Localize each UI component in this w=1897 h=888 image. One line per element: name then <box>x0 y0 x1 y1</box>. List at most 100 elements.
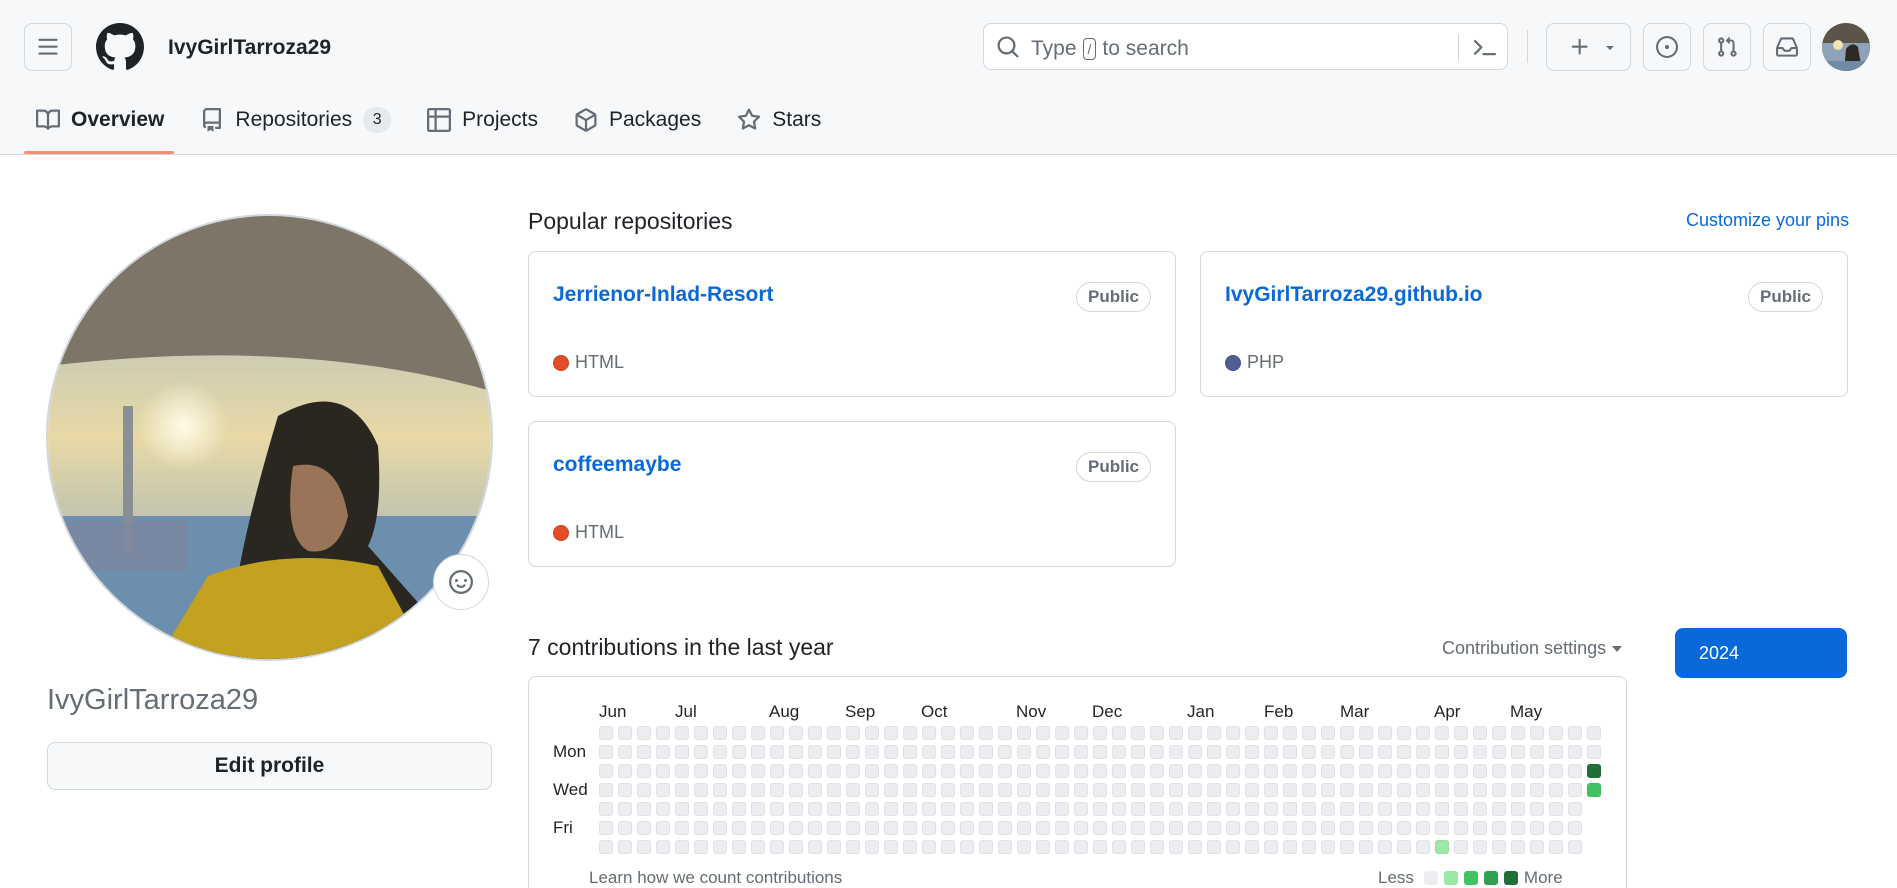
contribution-day-cell[interactable] <box>675 764 689 778</box>
contribution-day-cell[interactable] <box>827 821 841 835</box>
contribution-day-cell[interactable] <box>1378 783 1392 797</box>
contribution-day-cell[interactable] <box>1055 802 1069 816</box>
contribution-day-cell[interactable] <box>808 764 822 778</box>
contribution-day-cell[interactable] <box>808 745 822 759</box>
contribution-day-cell[interactable] <box>1055 783 1069 797</box>
contribution-day-cell[interactable] <box>675 726 689 740</box>
contribution-day-cell[interactable] <box>865 764 879 778</box>
contribution-day-cell[interactable] <box>998 745 1012 759</box>
contribution-day-cell[interactable] <box>1264 726 1278 740</box>
contribution-day-cell[interactable] <box>1245 783 1259 797</box>
contribution-day-cell[interactable] <box>1530 821 1544 835</box>
contribution-day-cell[interactable] <box>1150 783 1164 797</box>
contribution-day-cell[interactable] <box>1359 783 1373 797</box>
contribution-day-cell[interactable] <box>1359 802 1373 816</box>
contribution-day-cell[interactable] <box>1207 783 1221 797</box>
contribution-day-cell[interactable] <box>941 783 955 797</box>
contribution-day-cell[interactable] <box>1283 840 1297 854</box>
contribution-day-cell[interactable] <box>618 802 632 816</box>
contribution-day-cell[interactable] <box>789 726 803 740</box>
contribution-day-cell[interactable] <box>1074 783 1088 797</box>
contribution-day-cell[interactable] <box>1435 783 1449 797</box>
contribution-day-cell[interactable] <box>789 821 803 835</box>
contribution-day-cell[interactable] <box>979 840 993 854</box>
contribution-day-cell[interactable] <box>1416 802 1430 816</box>
contribution-day-cell[interactable] <box>1036 802 1050 816</box>
contribution-day-cell[interactable] <box>1321 802 1335 816</box>
contribution-day-cell[interactable] <box>732 840 746 854</box>
contribution-day-cell[interactable] <box>1511 840 1525 854</box>
contribution-day-cell[interactable] <box>770 764 784 778</box>
contribution-day-cell[interactable] <box>979 726 993 740</box>
contribution-day-cell[interactable] <box>1454 783 1468 797</box>
contribution-day-cell[interactable] <box>770 783 784 797</box>
contribution-day-cell[interactable] <box>1036 764 1050 778</box>
learn-contributions-link[interactable]: Learn how we count contributions <box>589 868 842 888</box>
contribution-day-cell[interactable] <box>1321 783 1335 797</box>
contribution-day-cell[interactable] <box>1359 821 1373 835</box>
contribution-day-cell[interactable] <box>599 802 613 816</box>
contribution-day-cell[interactable] <box>1416 840 1430 854</box>
contribution-day-cell[interactable] <box>713 802 727 816</box>
contribution-day-cell[interactable] <box>941 802 955 816</box>
contribution-day-cell[interactable] <box>713 783 727 797</box>
contribution-day-cell[interactable] <box>675 840 689 854</box>
contribution-day-cell[interactable] <box>1530 802 1544 816</box>
contribution-day-cell[interactable] <box>1416 745 1430 759</box>
contribution-day-cell[interactable] <box>637 726 651 740</box>
contribution-day-cell[interactable] <box>618 840 632 854</box>
contribution-day-cell[interactable] <box>1169 821 1183 835</box>
contribution-day-cell[interactable] <box>1473 726 1487 740</box>
contribution-day-cell[interactable] <box>846 821 860 835</box>
contribution-day-cell[interactable] <box>827 840 841 854</box>
contribution-day-cell[interactable] <box>1055 726 1069 740</box>
contribution-day-cell[interactable] <box>770 840 784 854</box>
contribution-day-cell[interactable] <box>1530 726 1544 740</box>
contribution-day-cell[interactable] <box>1283 764 1297 778</box>
contribution-day-cell[interactable] <box>1492 783 1506 797</box>
contribution-day-cell[interactable] <box>808 821 822 835</box>
contribution-day-cell[interactable] <box>1188 840 1202 854</box>
contribution-day-cell[interactable] <box>846 764 860 778</box>
contribution-day-cell[interactable] <box>941 821 955 835</box>
contribution-day-cell[interactable] <box>1549 783 1563 797</box>
contribution-day-cell[interactable] <box>865 783 879 797</box>
edit-profile-button[interactable]: Edit profile <box>47 742 492 790</box>
contribution-day-cell[interactable] <box>1036 821 1050 835</box>
contribution-day-cell[interactable] <box>751 745 765 759</box>
contribution-day-cell[interactable] <box>751 840 765 854</box>
contribution-day-cell[interactable] <box>1568 783 1582 797</box>
contribution-day-cell[interactable] <box>1530 840 1544 854</box>
contribution-day-cell[interactable] <box>751 783 765 797</box>
contribution-day-cell[interactable] <box>1055 840 1069 854</box>
contribution-day-cell[interactable] <box>998 783 1012 797</box>
contribution-day-cell[interactable] <box>1473 783 1487 797</box>
contribution-day-cell[interactable] <box>1264 745 1278 759</box>
contribution-day-cell[interactable] <box>941 764 955 778</box>
contribution-day-cell[interactable] <box>656 764 670 778</box>
contribution-day-cell[interactable] <box>1378 802 1392 816</box>
contribution-day-cell[interactable] <box>1093 726 1107 740</box>
contribution-day-cell[interactable] <box>599 726 613 740</box>
contribution-day-cell[interactable] <box>1226 764 1240 778</box>
contribution-day-cell[interactable] <box>1359 764 1373 778</box>
contribution-day-cell[interactable] <box>1568 745 1582 759</box>
contribution-day-cell[interactable] <box>1549 840 1563 854</box>
contribution-day-cell[interactable] <box>1511 745 1525 759</box>
contribution-day-cell[interactable] <box>1169 802 1183 816</box>
contribution-day-cell[interactable] <box>1568 764 1582 778</box>
contribution-day-cell[interactable] <box>1093 783 1107 797</box>
contribution-day-cell[interactable] <box>960 802 974 816</box>
contribution-day-cell[interactable] <box>1207 726 1221 740</box>
contribution-day-cell[interactable] <box>694 726 708 740</box>
contribution-day-cell[interactable] <box>1226 802 1240 816</box>
tab-overview[interactable]: Overview <box>24 96 176 144</box>
contribution-day-cell[interactable] <box>941 745 955 759</box>
contribution-day-cell[interactable] <box>1264 783 1278 797</box>
contribution-day-cell[interactable] <box>1150 764 1164 778</box>
contribution-day-cell[interactable] <box>1416 726 1430 740</box>
contribution-day-cell[interactable] <box>713 764 727 778</box>
contribution-day-cell[interactable] <box>1511 764 1525 778</box>
contribution-day-cell[interactable] <box>732 745 746 759</box>
contribution-day-cell[interactable] <box>865 802 879 816</box>
